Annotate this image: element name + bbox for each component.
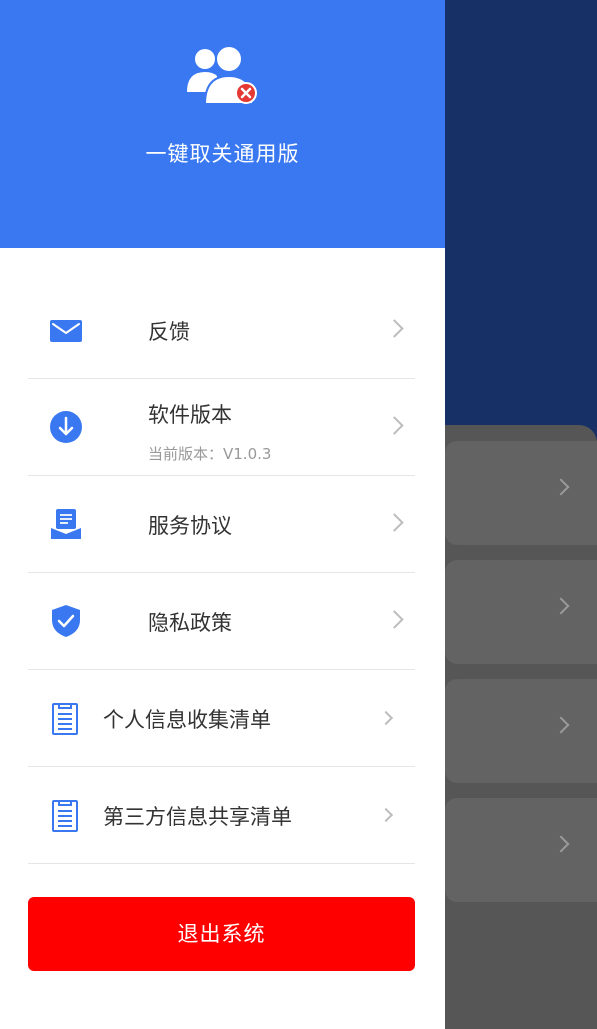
menu-item-label: 服务协议 bbox=[148, 514, 232, 538]
users-remove-icon bbox=[187, 45, 257, 105]
chevron-right-icon bbox=[378, 807, 394, 823]
version-text: 当前版本：V1.0.3 bbox=[148, 445, 272, 463]
menu-item-version[interactable]: 软件版本 当前版本：V1.0.3 bbox=[28, 379, 415, 476]
menu-item-label: 第三方信息共享清单 bbox=[103, 805, 292, 829]
menu-item-privacy-policy[interactable]: 隐私政策 bbox=[28, 573, 415, 670]
background-card[interactable] bbox=[445, 560, 597, 664]
chevron-right-icon bbox=[385, 319, 404, 338]
menu-item-label: 隐私政策 bbox=[148, 611, 232, 635]
background-card[interactable] bbox=[445, 441, 597, 545]
chevron-right-icon bbox=[552, 478, 570, 496]
drawer-header: 一键取关通用版 bbox=[0, 0, 445, 248]
menu-item-label: 个人信息收集清单 bbox=[103, 708, 271, 732]
logout-button[interactable]: 退出系统 bbox=[28, 897, 415, 971]
chevron-right-icon bbox=[385, 513, 404, 532]
shield-check-icon bbox=[52, 605, 80, 637]
chevron-right-icon bbox=[385, 416, 404, 435]
chevron-right-icon bbox=[385, 610, 404, 629]
menu-item-feedback[interactable]: 反馈 bbox=[28, 282, 415, 379]
chevron-right-icon bbox=[552, 835, 570, 853]
drawer-menu: 反馈 软件版本 当前版本：V1.0.3 服务协议 隐私政策 个人信息收集清单 第… bbox=[28, 282, 415, 864]
menu-item-service-agreement[interactable]: 服务协议 bbox=[28, 476, 415, 573]
background-card[interactable] bbox=[445, 798, 597, 902]
navigation-drawer: 一键取关通用版 反馈 软件版本 当前版本：V1.0.3 服务协议 隐私政策 个人… bbox=[0, 0, 445, 1029]
agreement-icon bbox=[51, 509, 81, 539]
document-list-icon bbox=[52, 703, 78, 735]
menu-item-personal-info-list[interactable]: 个人信息收集清单 bbox=[28, 670, 415, 767]
menu-item-label: 软件版本 bbox=[148, 403, 232, 427]
mail-icon bbox=[50, 320, 82, 342]
document-list-icon bbox=[52, 800, 78, 832]
menu-item-label: 反馈 bbox=[148, 320, 190, 344]
app-name: 一键取关通用版 bbox=[145, 142, 300, 166]
chevron-right-icon bbox=[552, 597, 570, 615]
chevron-right-icon bbox=[378, 710, 394, 726]
background-card[interactable] bbox=[445, 679, 597, 783]
menu-item-third-party-list[interactable]: 第三方信息共享清单 bbox=[28, 767, 415, 864]
chevron-right-icon bbox=[552, 716, 570, 734]
download-icon bbox=[50, 411, 82, 443]
